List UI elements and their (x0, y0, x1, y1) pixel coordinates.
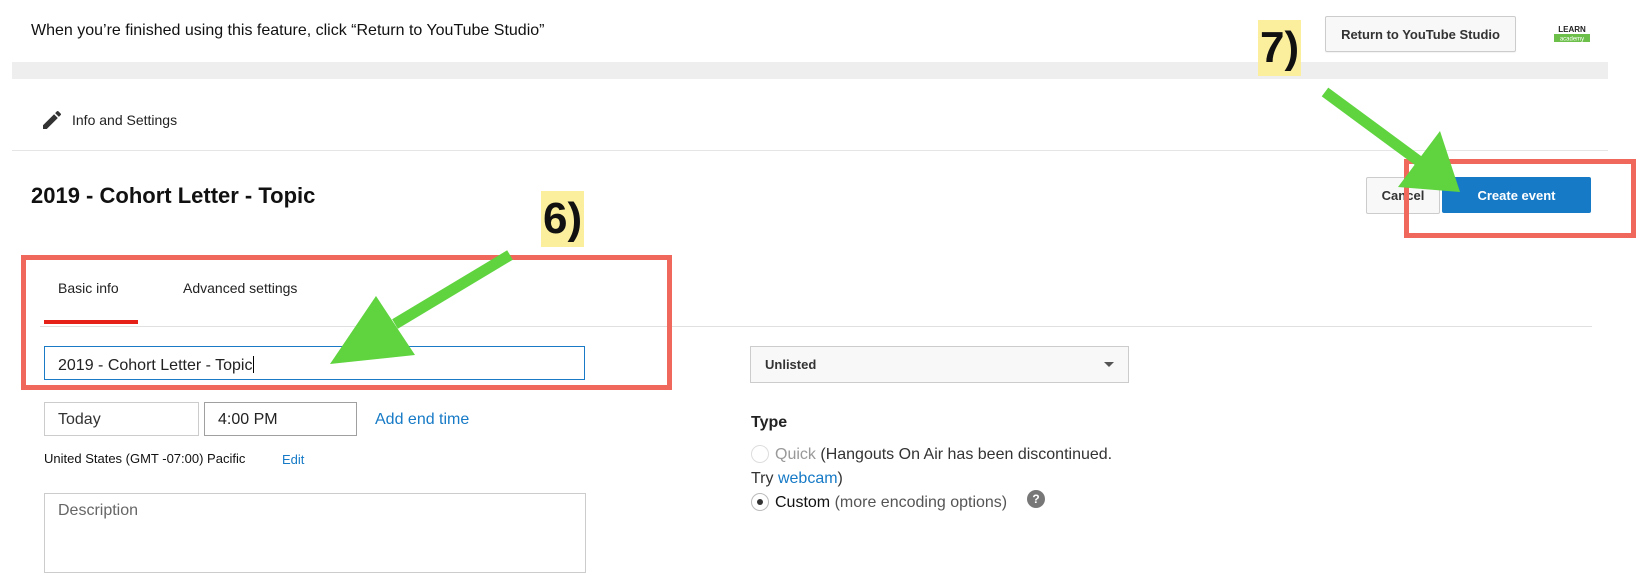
add-end-time-link[interactable]: Add end time (375, 411, 469, 429)
description-placeholder: Description (58, 502, 139, 519)
time-field[interactable]: 4:00 PM (204, 402, 357, 436)
divider (12, 150, 1608, 151)
learn-academy-logo: LEARN academy (1553, 24, 1591, 44)
highlight-box-create (1404, 159, 1636, 238)
chevron-down-icon (1104, 362, 1114, 367)
return-to-studio-button[interactable]: Return to YouTube Studio (1325, 16, 1516, 52)
date-field[interactable]: Today (44, 402, 199, 436)
section-title: Info and Settings (72, 112, 178, 128)
step-6-label: 6) (541, 191, 585, 247)
custom-radio[interactable] (751, 493, 769, 511)
header-divider-band (12, 62, 1608, 79)
timezone-label: United States (GMT -07:00) Pacific (44, 451, 246, 466)
quick-radio[interactable] (751, 445, 769, 463)
quick-option-label: Quick (Hangouts On Air has been disconti… (775, 446, 1112, 464)
timezone-edit-link[interactable]: Edit (282, 452, 304, 467)
instruction-notice: When you’re finished using this feature,… (31, 22, 545, 39)
event-title: 2019 - Cohort Letter - Topic (31, 183, 316, 208)
custom-note: (more encoding options) (834, 494, 1008, 511)
quick-label: Quick (775, 446, 816, 463)
try-text: Try (751, 470, 774, 487)
custom-option-label: Custom (more encoding options) (775, 494, 1007, 512)
custom-label: Custom (775, 494, 831, 511)
logo-text-bottom: academy (1560, 37, 1584, 43)
highlight-box-tabs (21, 255, 672, 390)
privacy-value: Unlisted (765, 357, 817, 372)
type-heading: Type (751, 414, 788, 431)
quick-note: (Hangouts On Air has been discontinued. (820, 446, 1113, 463)
privacy-select[interactable]: Unlisted (750, 346, 1129, 383)
webcam-link[interactable]: webcam (778, 470, 838, 487)
logo-text-top: LEARN (1558, 25, 1586, 34)
try-close: ) (837, 470, 843, 487)
step-7-label: 7) (1258, 20, 1302, 76)
help-icon[interactable]: ? (1027, 490, 1045, 508)
try-webcam-text: Try webcam) (751, 470, 843, 488)
description-textarea[interactable]: Description (44, 493, 586, 573)
pencil-icon (40, 108, 64, 132)
